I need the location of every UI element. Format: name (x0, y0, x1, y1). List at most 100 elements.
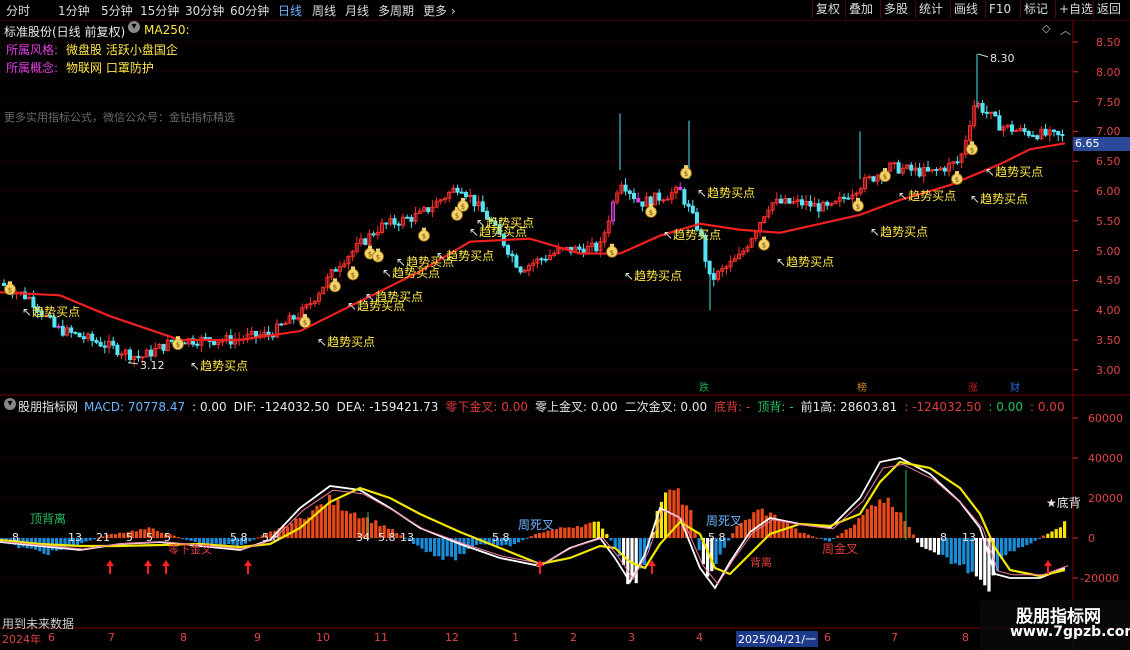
macd-bar (874, 506, 878, 538)
macd-bar (374, 520, 378, 538)
fib-number: 5.8 (492, 531, 510, 544)
candle-body (212, 341, 216, 345)
current-price-tag: 6.65 (1073, 137, 1130, 151)
candle-body (909, 164, 914, 171)
arrow-icon: ↖ (624, 269, 635, 284)
svg-text:$: $ (762, 242, 766, 250)
trend-buy-label: ↖趋势买点 (663, 226, 721, 243)
candle-body (779, 198, 783, 204)
candle-body (1052, 129, 1056, 132)
style-label: 所属风格: (6, 43, 59, 57)
macd-bar (869, 505, 873, 538)
svg-text:$: $ (610, 249, 614, 257)
chevron-up-icon[interactable]: ︿ (1060, 22, 1071, 38)
trend-buy-label: ↖趋势买点 (970, 190, 1028, 207)
candle-body (203, 336, 208, 339)
price-axis-label: 5.00 (1096, 244, 1121, 258)
candle-body (90, 333, 95, 341)
macd-bar (777, 520, 781, 538)
arrow-icon: ↖ (476, 215, 487, 230)
svg-text:$: $ (461, 203, 465, 211)
badge-rise[interactable]: 涨 (966, 382, 980, 395)
candle-body (934, 169, 939, 172)
macd-bar (832, 538, 836, 539)
macd-bar (323, 506, 327, 538)
money-bag-icon: $ (758, 236, 770, 251)
fib-number: 5.8 (378, 531, 396, 544)
macd-bar (1021, 538, 1025, 548)
money-bag-icon: $ (347, 266, 359, 281)
money-bag-icon: $ (951, 171, 963, 185)
trend-buy-label: ↖趋势买点 (898, 187, 956, 204)
macd-bar (529, 536, 533, 538)
macd-bar (433, 538, 437, 557)
macd-bar (349, 513, 353, 538)
indicator-value: : 0.00 (192, 400, 227, 414)
macd-bar (1033, 538, 1037, 541)
macd-bar (512, 538, 516, 545)
macd-bar (533, 534, 537, 538)
candle-body (665, 198, 670, 201)
price-axis-label: 3.00 (1096, 363, 1121, 377)
macd-bar (252, 538, 256, 540)
watermark-box: 股朋指标网 www.7gpzb.com (980, 600, 1130, 650)
fib-number: 13 (962, 531, 976, 544)
macd-bar (340, 510, 344, 538)
candle-body (136, 355, 141, 359)
indicator-value: 顶背: - (757, 400, 794, 414)
macd-bar (609, 538, 613, 541)
candle-body (926, 167, 930, 172)
price-axis-label: 8.00 (1096, 65, 1121, 79)
macd-bar (802, 533, 806, 538)
candle-body (128, 349, 132, 360)
trend-buy-text: 趋势买点 (673, 227, 722, 242)
trend-buy-text: 趋势买点 (486, 215, 535, 230)
indicator-name[interactable]: 股朋指标网 (18, 398, 78, 415)
candle-body (56, 325, 61, 328)
fib-number: 13 (400, 531, 414, 544)
macd-bar (840, 533, 844, 538)
macd-bar (332, 504, 336, 538)
settings-icon[interactable]: ▾ (128, 21, 140, 33)
svg-text:$: $ (856, 203, 860, 211)
fib-number: 5 (146, 531, 153, 544)
macd-bar (865, 509, 869, 538)
macd-bar (911, 534, 915, 538)
candle-body (371, 233, 376, 236)
up-arrow-icon (106, 560, 114, 574)
diamond-icon[interactable]: ◇ (1042, 22, 1050, 35)
date-axis-label: 9 (254, 631, 261, 644)
arrow-icon: ↖ (396, 254, 407, 269)
candle-body (632, 192, 636, 200)
svg-text:$: $ (376, 254, 380, 262)
badge-finance[interactable]: 财 (1008, 382, 1022, 395)
candle-body (711, 273, 716, 280)
trend-buy-text: 趋势买点 (446, 248, 495, 263)
arrow-icon: ↖ (190, 358, 201, 373)
candle-body (1031, 134, 1035, 137)
macd-bar (882, 502, 886, 538)
svg-text:$: $ (649, 209, 653, 217)
macd-bar (676, 488, 680, 538)
macd-bar (1029, 538, 1033, 544)
trend-buy-text: 趋势买点 (327, 335, 376, 349)
macd-bar (470, 538, 474, 547)
money-bag-icon: $ (852, 197, 864, 212)
macd-bar (181, 538, 185, 539)
candle-body (989, 111, 993, 114)
macd-bar (958, 538, 962, 566)
fib-number: 13 (68, 531, 82, 544)
badge-rank[interactable]: 榜 (855, 382, 869, 395)
price-axis-label: 3.50 (1096, 334, 1121, 347)
badge-fall[interactable]: 跌 (697, 382, 711, 395)
trend-buy-label: ↖趋势买点 (776, 253, 834, 270)
indicator-settings-icon[interactable]: ▾ (4, 398, 16, 410)
macd-bar (861, 514, 865, 538)
macd-bar (420, 538, 424, 549)
arrow-icon: ↖ (970, 191, 981, 206)
macd-bar (554, 529, 558, 538)
watermark-url: www.7gpzb.com (1010, 624, 1130, 640)
candle-body (1035, 135, 1040, 140)
candle-body (518, 266, 523, 273)
macd-bar (84, 538, 88, 542)
